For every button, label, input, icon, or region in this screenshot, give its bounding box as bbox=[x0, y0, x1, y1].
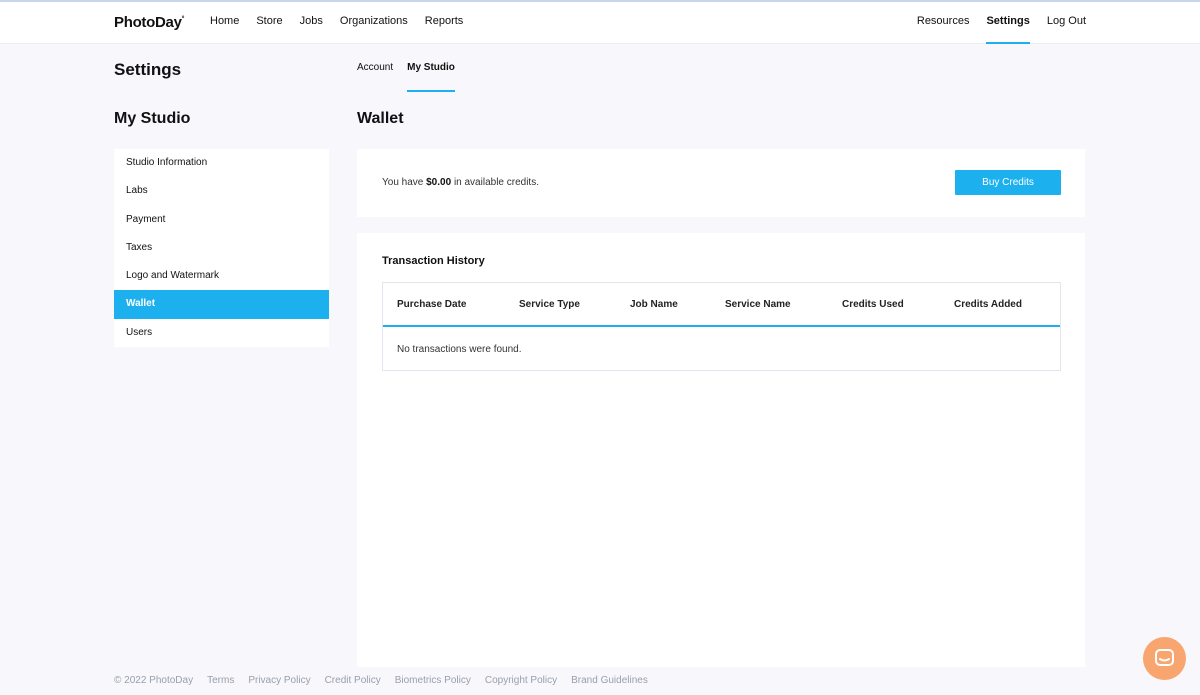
footer-credit-policy-link[interactable]: Credit Policy bbox=[325, 675, 381, 686]
nav-store[interactable]: Store bbox=[256, 15, 282, 27]
transaction-history-panel: Transaction History Purchase Date Servic… bbox=[357, 233, 1085, 667]
sidebar-item-logo-and-watermark[interactable]: Logo and Watermark bbox=[114, 262, 329, 290]
sidebar-item-payment[interactable]: Payment bbox=[114, 206, 329, 234]
nav-reports[interactable]: Reports bbox=[425, 15, 464, 27]
column-service-type[interactable]: Service Type bbox=[519, 299, 580, 310]
sidebar-item-labs[interactable]: Labs bbox=[114, 177, 329, 205]
column-purchase-date[interactable]: Purchase Date bbox=[397, 299, 466, 310]
page-title: Settings bbox=[114, 60, 182, 79]
settings-subtabs: Account My Studio bbox=[357, 62, 469, 92]
footer-copyright: © 2022 PhotoDay bbox=[114, 675, 194, 686]
secondary-nav: Resources Settings Log Out bbox=[900, 15, 1086, 44]
wallet-title: Wallet bbox=[357, 110, 404, 127]
tab-my-studio[interactable]: My Studio bbox=[407, 62, 455, 92]
sidebar-item-studio-information[interactable]: Studio Information bbox=[114, 149, 329, 177]
column-service-name[interactable]: Service Name bbox=[725, 299, 791, 310]
table-header: Purchase Date Service Type Job Name Serv… bbox=[383, 283, 1060, 327]
transaction-table: Purchase Date Service Type Job Name Serv… bbox=[382, 282, 1061, 371]
nav-logout[interactable]: Log Out bbox=[1047, 15, 1086, 27]
chat-launcher-button[interactable] bbox=[1143, 637, 1186, 680]
credits-prefix: You have bbox=[382, 177, 424, 188]
empty-transactions-message: No transactions were found. bbox=[397, 344, 522, 355]
sidebar-item-taxes[interactable]: Taxes bbox=[114, 234, 329, 262]
tab-account[interactable]: Account bbox=[357, 62, 393, 73]
footer-copyright-policy-link[interactable]: Copyright Policy bbox=[485, 675, 557, 686]
nav-organizations[interactable]: Organizations bbox=[340, 15, 408, 27]
transaction-history-title: Transaction History bbox=[382, 255, 485, 267]
sidebar-title: My Studio bbox=[114, 110, 191, 127]
credits-summary: You have $0.00 in available credits. bbox=[382, 177, 539, 188]
studio-sidebar: Studio Information Labs Payment Taxes Lo… bbox=[114, 149, 329, 348]
sidebar-item-users[interactable]: Users bbox=[114, 319, 329, 347]
nav-resources[interactable]: Resources bbox=[917, 15, 970, 27]
column-job-name[interactable]: Job Name bbox=[630, 299, 678, 310]
top-navbar: PhotoDay° Home Store Jobs Organizations … bbox=[0, 0, 1200, 44]
sidebar-item-wallet[interactable]: Wallet bbox=[114, 290, 329, 319]
footer-terms-link[interactable]: Terms bbox=[207, 675, 234, 686]
nav-home[interactable]: Home bbox=[210, 15, 239, 27]
credits-amount: $0.00 bbox=[426, 177, 452, 188]
buy-credits-button[interactable]: Buy Credits bbox=[955, 170, 1061, 195]
nav-settings[interactable]: Settings bbox=[986, 15, 1031, 44]
column-credits-used[interactable]: Credits Used bbox=[842, 299, 904, 310]
footer: © 2022 PhotoDay Terms Privacy Policy Cre… bbox=[114, 675, 662, 686]
credits-suffix: in available credits. bbox=[453, 177, 539, 188]
footer-privacy-link[interactable]: Privacy Policy bbox=[248, 675, 310, 686]
footer-biometrics-link[interactable]: Biometrics Policy bbox=[395, 675, 471, 686]
primary-nav: Home Store Jobs Organizations Reports bbox=[210, 15, 480, 27]
nav-jobs[interactable]: Jobs bbox=[300, 15, 323, 27]
chat-bubble-icon bbox=[1155, 649, 1174, 666]
credits-panel: You have $0.00 in available credits. Buy… bbox=[357, 149, 1085, 217]
footer-brand-guidelines-link[interactable]: Brand Guidelines bbox=[571, 675, 648, 686]
column-credits-added[interactable]: Credits Added bbox=[954, 299, 1022, 310]
photoday-logo[interactable]: PhotoDay° bbox=[114, 14, 184, 31]
